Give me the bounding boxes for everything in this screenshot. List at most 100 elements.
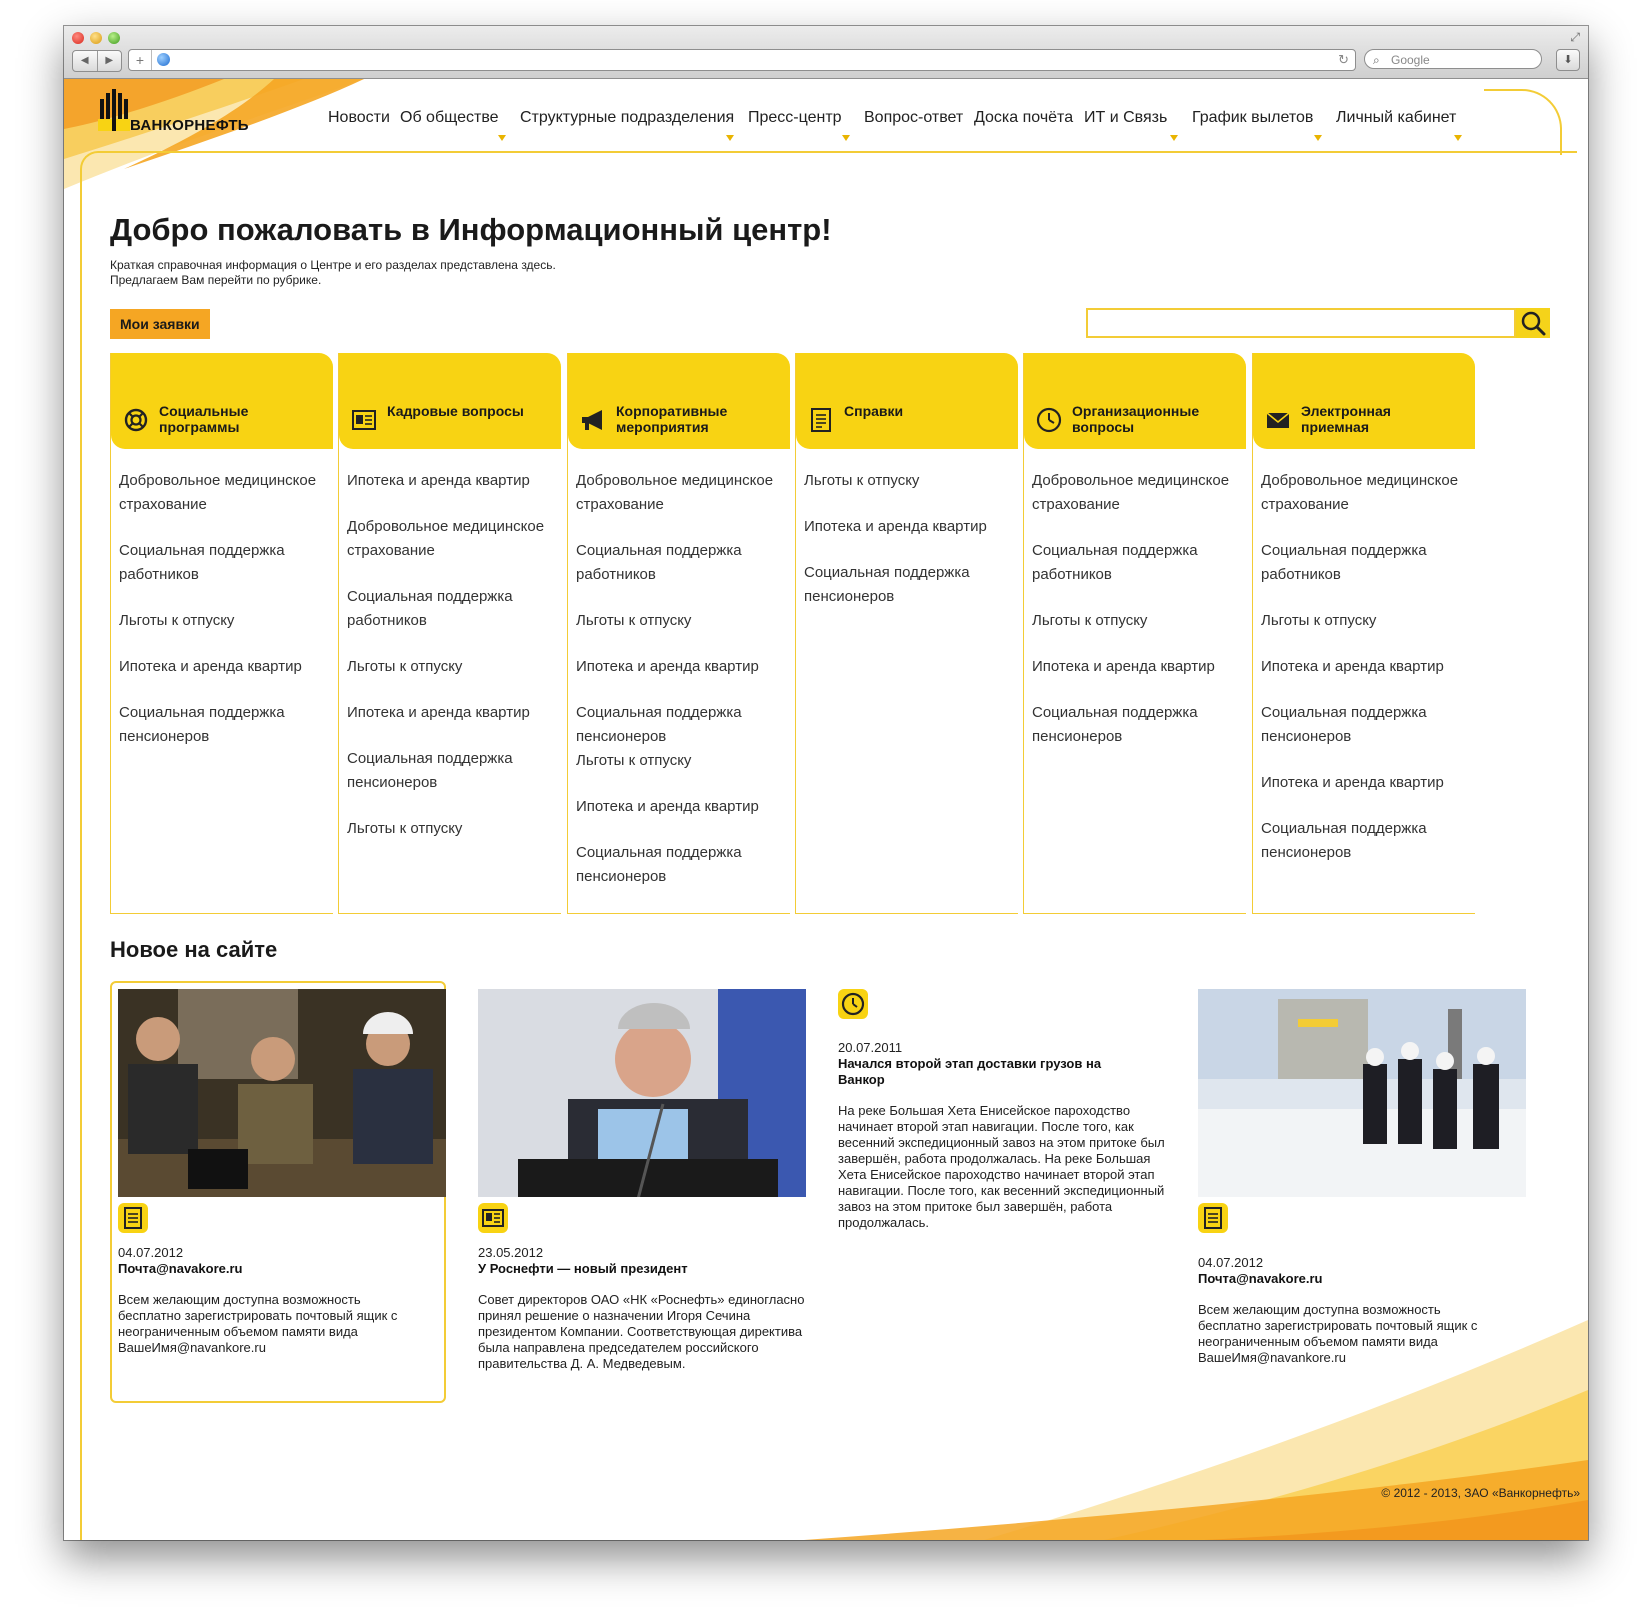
category-link[interactable]: Ипотека и аренда квартир bbox=[347, 469, 557, 493]
category-link[interactable]: Социальная поддержка пенсионеров bbox=[1032, 701, 1242, 749]
category-link[interactable]: Льготы к отпуску bbox=[804, 469, 1014, 493]
category-link[interactable]: Льготы к отпуску bbox=[347, 817, 557, 841]
id-card-icon bbox=[351, 407, 377, 433]
news-headline[interactable]: Начался второй этап доставки грузов на В… bbox=[838, 1056, 1128, 1088]
category-column: Справки Льготы к отпуску Ипотека и аренда … bbox=[795, 353, 1018, 914]
news-text: На реке Большая Хета Енисейское пароходс… bbox=[838, 1103, 1165, 1230]
news-photo-field-visit[interactable] bbox=[1198, 989, 1526, 1197]
lifebuoy-icon bbox=[123, 407, 149, 433]
browser-search-field[interactable]: ⌕ Google bbox=[1364, 49, 1542, 69]
site-search-input[interactable] bbox=[1086, 308, 1516, 338]
logo[interactable]: ВАНКОРНЕФТЬ bbox=[98, 89, 258, 139]
nav-item[interactable]: Личный кабинет bbox=[1336, 109, 1476, 141]
news-date: 04.07.2012 bbox=[1198, 1255, 1264, 1270]
category-link[interactable]: Добровольное медицинское страхование bbox=[576, 469, 786, 517]
nav-item[interactable]: Структурные подразделения bbox=[520, 109, 748, 141]
nav-item[interactable]: График вылетов bbox=[1192, 109, 1336, 141]
category-link[interactable]: Социальная поддержка пенсионеров bbox=[347, 747, 557, 795]
minimize-window-button[interactable] bbox=[90, 32, 102, 44]
category-link[interactable]: Добровольное медицинское страхование bbox=[1261, 469, 1471, 517]
nav-item[interactable]: Пресс-центр bbox=[748, 109, 864, 141]
nav-item[interactable]: ИТ и Связь bbox=[1084, 109, 1192, 141]
nav-item-label: Новости bbox=[328, 109, 390, 126]
category-link[interactable]: Социальная поддержка пенсионеров bbox=[576, 701, 786, 749]
category-link[interactable]: Льготы к отпуску bbox=[347, 655, 557, 679]
nav-item-label: ИТ и Связь bbox=[1084, 109, 1168, 126]
nav-item[interactable]: Об обществе bbox=[400, 109, 520, 141]
category-link[interactable]: Социальная поддержка работников bbox=[1261, 539, 1471, 587]
news-headline[interactable]: Почта@navakore.ru bbox=[1198, 1271, 1508, 1287]
category-link[interactable]: Ипотека и аренда квартир bbox=[347, 701, 557, 725]
category-link[interactable]: Льготы к отпуску bbox=[1261, 609, 1471, 633]
news-text: Всем желающим доступна возможность беспл… bbox=[1198, 1302, 1478, 1365]
forward-arrow-icon[interactable]: ▶ bbox=[98, 51, 122, 71]
back-arrow-icon[interactable]: ◀ bbox=[73, 51, 98, 71]
category-link[interactable]: Ипотека и аренда квартир bbox=[576, 655, 786, 679]
category-link[interactable]: Социальная поддержка пенсионеров bbox=[1261, 701, 1471, 749]
nav-item[interactable]: Новости bbox=[328, 109, 400, 127]
category-link[interactable]: Добровольное медицинское страхование bbox=[119, 469, 329, 517]
fullscreen-icon[interactable]: ⤢ bbox=[1570, 30, 1580, 45]
web-page: ВАНКОРНЕФТЬ Новости Об обществе Структурны… bbox=[64, 79, 1588, 1540]
category-link[interactable]: Льготы к отпуску bbox=[1032, 609, 1242, 633]
zoom-window-button[interactable] bbox=[108, 32, 120, 44]
dropdown-arrow-icon[interactable] bbox=[498, 135, 506, 141]
category-links: Добровольное медицинское страхование Соци… bbox=[1032, 469, 1242, 771]
close-window-button[interactable] bbox=[72, 32, 84, 44]
category-header[interactable]: Электронная приемная bbox=[1253, 353, 1475, 449]
category-link[interactable]: Социальная поддержка пенсионеров bbox=[1261, 817, 1471, 865]
category-link[interactable]: Социальная поддержка пенсионеров bbox=[119, 701, 329, 749]
workers-photo-icon bbox=[118, 989, 446, 1197]
news-photo-president[interactable] bbox=[478, 989, 806, 1197]
news-4-badge bbox=[1198, 1203, 1228, 1233]
add-bookmark-icon[interactable]: + bbox=[129, 50, 152, 70]
category-link[interactable]: Ипотека и аренда квартир bbox=[1032, 655, 1242, 679]
nav-item[interactable]: Вопрос-ответ bbox=[864, 109, 974, 127]
category-link[interactable]: Ипотека и аренда квартир bbox=[1261, 655, 1471, 679]
category-link[interactable]: Ипотека и аренда квартир bbox=[119, 655, 329, 679]
browser-window: ⤢ ◀ ▶ + ↻ ⌕ Google ⬇ ВАНКОРНЕФТЬ Новости… bbox=[64, 26, 1588, 1540]
news-headline[interactable]: Почта@navakore.ru bbox=[118, 1261, 428, 1277]
category-link[interactable]: Льготы к отпуску bbox=[119, 609, 329, 633]
category-link[interactable]: Ипотека и аренда квартир bbox=[576, 795, 786, 819]
dropdown-arrow-icon[interactable] bbox=[842, 135, 850, 141]
news-photo-workers[interactable] bbox=[118, 989, 446, 1197]
category-link[interactable]: Социальная поддержка работников bbox=[119, 539, 329, 587]
news-headline[interactable]: У Роснефти — новый президент bbox=[478, 1261, 798, 1277]
downloads-icon[interactable]: ⬇ bbox=[1556, 49, 1580, 71]
category-link[interactable]: Добровольное медицинское страхование bbox=[1032, 469, 1242, 517]
category-link[interactable]: Социальная поддержка пенсионеров bbox=[804, 561, 1014, 609]
category-link[interactable]: Социальная поддержка работников bbox=[1032, 539, 1242, 587]
nav-item[interactable]: Доска почёта bbox=[974, 109, 1084, 127]
category-header[interactable]: Справки bbox=[796, 353, 1018, 449]
category-link[interactable]: Ипотека и аренда квартир bbox=[804, 515, 1014, 539]
category-link[interactable]: Социальная поддержка пенсионеров bbox=[576, 841, 786, 889]
news-date: 23.05.2012 bbox=[478, 1245, 544, 1260]
category-link[interactable]: Льготы к отпуску bbox=[576, 749, 786, 773]
category-link[interactable]: Ипотека и аренда квартир bbox=[1261, 771, 1471, 795]
dropdown-arrow-icon[interactable] bbox=[1314, 135, 1322, 141]
category-title: Социальные программы bbox=[159, 403, 249, 435]
back-forward-buttons: ◀ ▶ bbox=[72, 50, 122, 72]
dropdown-arrow-icon[interactable] bbox=[726, 135, 734, 141]
magnifier-icon bbox=[1521, 311, 1546, 336]
category-link[interactable]: Социальная поддержка работников bbox=[576, 539, 786, 587]
reload-icon[interactable]: ↻ bbox=[1338, 50, 1349, 70]
category-link[interactable]: Социальная поддержка работников bbox=[347, 585, 557, 633]
site-search-button[interactable] bbox=[1516, 308, 1550, 338]
category-link[interactable]: Добровольное медицинское страхование bbox=[347, 515, 557, 563]
intro-line-2: Предлагаем Вам перейти по рубрике. bbox=[110, 273, 322, 287]
dropdown-arrow-icon[interactable] bbox=[1170, 135, 1178, 141]
address-bar[interactable]: + ↻ bbox=[128, 49, 1356, 71]
category-header[interactable]: Кадровые вопросы bbox=[339, 353, 561, 449]
category-links: Ипотека и аренда квартир Добровольное мед… bbox=[347, 469, 557, 863]
category-link[interactable]: Льготы к отпуску bbox=[576, 609, 786, 633]
intro-line-1: Краткая справочная информация о Центре и… bbox=[110, 258, 556, 272]
dropdown-arrow-icon[interactable] bbox=[1454, 135, 1462, 141]
category-links: Льготы к отпуску Ипотека и аренда квартир… bbox=[804, 469, 1014, 631]
category-header[interactable]: Корпоративные мероприятия bbox=[568, 353, 790, 449]
field-visit-photo-icon bbox=[1198, 989, 1526, 1197]
category-header[interactable]: Организационные вопросы bbox=[1024, 353, 1246, 449]
category-header[interactable]: Социальные программы bbox=[111, 353, 333, 449]
my-requests-button[interactable]: Мои заявки bbox=[110, 309, 210, 339]
